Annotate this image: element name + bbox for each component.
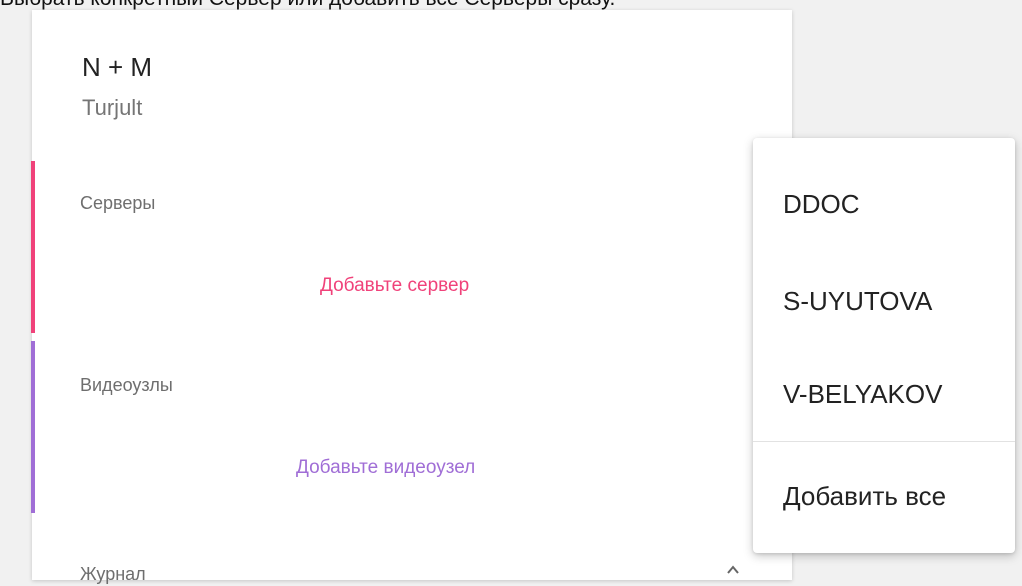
menu-item-server[interactable]: S-UYUTOVA [783, 286, 932, 317]
menu-item-server[interactable]: V-BELYAKOV [783, 379, 942, 410]
server-dropdown-menu: DDOC S-UYUTOVA V-BELYAKOV Добавить все [753, 138, 1015, 553]
menu-divider [753, 441, 1015, 442]
servers-accent-bar [31, 161, 35, 333]
add-video-node-link[interactable]: Добавьте видеоузел [296, 457, 475, 479]
chevron-up-icon[interactable] [726, 563, 740, 577]
servers-section: Серверы Добавьте сервер [31, 161, 792, 333]
journal-label: Журнал [80, 564, 146, 584]
cluster-subtitle: Turjult [82, 95, 143, 120]
servers-label: Серверы [80, 193, 156, 213]
journal-section: Журнал [32, 556, 792, 586]
video-nodes-label: Видеоузлы [80, 375, 173, 395]
menu-item-server[interactable]: DDOC [783, 189, 860, 220]
cluster-card: N + M Turjult Серверы Добавьте сервер Ви… [31, 10, 792, 584]
cluster-title: N + M [82, 52, 153, 82]
add-server-link[interactable]: Добавьте сервер [320, 275, 469, 297]
video-nodes-section: Видеоузлы Добавьте видеоузел [31, 341, 792, 513]
add-all-menu-item[interactable]: Добавить все [783, 481, 946, 512]
video-nodes-accent-bar [31, 341, 35, 513]
